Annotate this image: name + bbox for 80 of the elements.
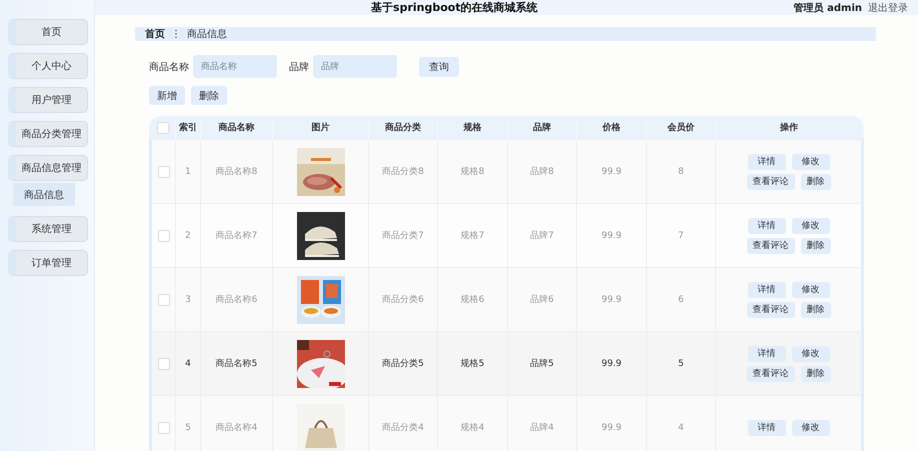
table-cell: 2 <box>176 204 200 268</box>
action-button[interactable]: 查看评论 <box>746 302 794 318</box>
action-button[interactable]: 修改 <box>792 420 830 436</box>
sidebar-item[interactable]: 商品分类管理 <box>8 121 88 147</box>
row-checkbox[interactable] <box>158 230 170 242</box>
table-cell: 99.9 <box>576 140 646 204</box>
table-cell: 99.9 <box>576 332 646 396</box>
table-cell: 规格7 <box>438 204 508 268</box>
sidebar-item[interactable]: 商品信息管理 <box>8 155 88 181</box>
table-cell: 商品名称5 <box>200 332 272 396</box>
table-cell: 品牌6 <box>508 268 576 332</box>
action-button[interactable]: 详情 <box>748 154 786 170</box>
table-cell: 7 <box>646 204 716 268</box>
table-cell: 8 <box>646 140 716 204</box>
action-button[interactable]: 删除 <box>800 302 830 318</box>
table-cell: 99.9 <box>576 268 646 332</box>
action-button[interactable]: 修改 <box>792 154 830 170</box>
action-button[interactable]: 详情 <box>748 420 786 436</box>
table-cell: 商品分类5 <box>368 332 438 396</box>
breadcrumb-separator: ⋮ <box>171 28 181 40</box>
table-cell: 5 <box>176 396 200 451</box>
table-cell: 品牌5 <box>508 332 576 396</box>
sidebar-item[interactable]: 首页 <box>8 19 88 45</box>
action-button[interactable]: 修改 <box>792 282 830 298</box>
row-checkbox[interactable] <box>158 294 170 306</box>
action-button[interactable]: 查看评论 <box>746 238 794 254</box>
table-cell: 商品名称6 <box>200 268 272 332</box>
table-cell: 商品分类7 <box>368 204 438 268</box>
table-cell: 品牌7 <box>508 204 576 268</box>
action-button[interactable]: 查看评论 <box>746 366 794 382</box>
action-button[interactable]: 详情 <box>748 218 786 234</box>
table-cell: 规格5 <box>438 332 508 396</box>
breadcrumb-item: 商品信息 <box>187 28 227 41</box>
table-cell: 商品分类8 <box>368 140 438 204</box>
row-checkbox[interactable] <box>158 166 170 178</box>
table-cell: 5 <box>646 332 716 396</box>
table-cell: 4 <box>176 332 200 396</box>
action-button[interactable]: 删除 <box>800 174 830 190</box>
table-cell: 规格4 <box>438 396 508 451</box>
toolbar-button[interactable]: 新增 <box>149 86 185 105</box>
table-cell: 1 <box>176 140 200 204</box>
field-label: 品牌 <box>289 60 309 74</box>
table-cell: 商品名称7 <box>200 204 272 268</box>
search-field[interactable]: 商品名称 <box>193 55 277 78</box>
table-cell: 品牌4 <box>508 396 576 451</box>
action-button[interactable]: 删除 <box>800 238 830 254</box>
table-cell: 规格6 <box>438 268 508 332</box>
app-title: 基于springboot的在线商城系统 <box>370 0 539 15</box>
action-button[interactable]: 修改 <box>792 218 830 234</box>
action-button[interactable]: 详情 <box>748 282 786 298</box>
table-cell: 商品分类6 <box>368 268 438 332</box>
sidebar-item[interactable]: 系统管理 <box>8 216 88 242</box>
sidebar-item[interactable]: 用户管理 <box>8 87 88 113</box>
sidebar-item[interactable]: 个人中心 <box>8 53 88 79</box>
action-button[interactable]: 删除 <box>800 366 830 382</box>
action-button[interactable]: 修改 <box>792 346 830 362</box>
sidebar-subitem[interactable]: 商品信息 <box>13 183 75 206</box>
table-cell: 4 <box>646 396 716 451</box>
action-button[interactable]: 详情 <box>748 346 786 362</box>
search-button[interactable]: 查询 <box>419 56 459 76</box>
row-checkbox[interactable] <box>158 422 170 434</box>
table-cell: 商品名称8 <box>200 140 272 204</box>
logout-link[interactable]: 退出登录 <box>868 0 908 14</box>
table-cell: 99.9 <box>576 396 646 451</box>
table-cell: 6 <box>646 268 716 332</box>
action-button[interactable]: 查看评论 <box>746 174 794 190</box>
sidebar-item[interactable]: 订单管理 <box>8 250 88 276</box>
table-cell: 商品名称4 <box>200 396 272 451</box>
field-label: 商品名称 <box>149 60 189 74</box>
user-label: 管理员 admin <box>794 2 862 14</box>
row-checkbox[interactable] <box>158 358 170 370</box>
table-cell: 商品分类4 <box>368 396 438 451</box>
breadcrumb-item[interactable]: 首页 <box>145 27 165 41</box>
select-all-checkbox[interactable] <box>156 122 169 134</box>
table-cell: 3 <box>176 268 200 332</box>
table-cell: 99.9 <box>576 204 646 268</box>
toolbar-button[interactable]: 删除 <box>191 86 227 105</box>
search-field[interactable]: 品牌 <box>313 55 397 78</box>
table-cell: 规格8 <box>438 140 508 204</box>
table-cell: 品牌8 <box>508 140 576 204</box>
